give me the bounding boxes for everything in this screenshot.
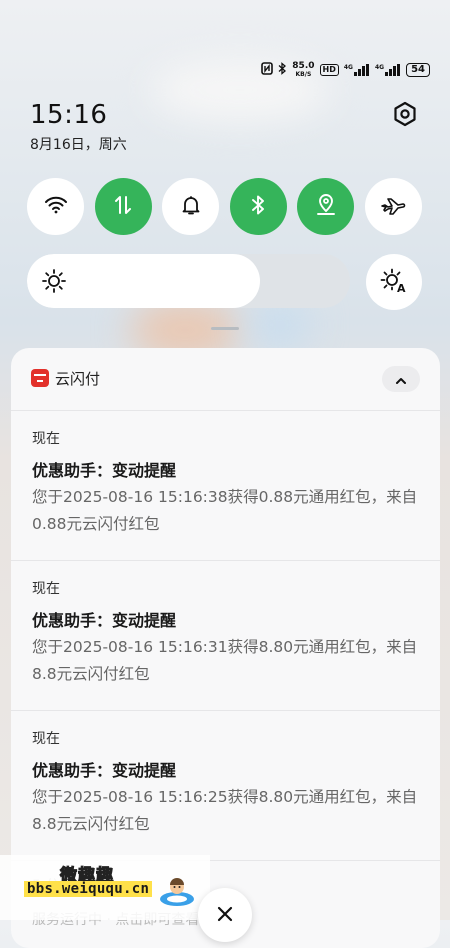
notification-time: 现在 — [32, 431, 60, 447]
airplane-icon — [380, 194, 406, 220]
clock-time: 15:16 — [30, 100, 108, 130]
notification-group-header[interactable]: 云闪付 — [11, 348, 440, 411]
network-type-label: 4G — [374, 64, 385, 71]
location-toggle[interactable] — [297, 178, 354, 235]
auto-brightness-button[interactable]: A — [366, 254, 422, 310]
clear-all-button[interactable] — [198, 888, 252, 942]
notification-item[interactable]: 现在 优惠助手：变动提醒 您于2025-08-16 15:16:38获得0.88… — [11, 411, 440, 561]
battery-indicator: 54 — [406, 63, 430, 77]
watermark-url: bbs.weiququ.cn — [24, 881, 153, 897]
signal-icon-2: 4G — [375, 64, 401, 76]
mobile-data-toggle[interactable] — [94, 178, 152, 235]
signal-icon: 4G — [344, 64, 370, 76]
unionpay-app-icon — [31, 369, 49, 387]
network-speed-unit: KB/S — [295, 71, 312, 78]
data-transfer-icon — [113, 194, 133, 220]
notification-body: 您于2025-08-16 15:16:25获得8.80元通用红包，来自8.8元云… — [32, 788, 418, 833]
shade-drag-handle[interactable] — [211, 327, 239, 330]
watermark: 微趣趣 bbs.weiququ.cn — [0, 855, 210, 920]
notification-time: 现在 — [32, 731, 60, 747]
notification-title: 优惠助手：变动提醒 — [32, 461, 177, 480]
notification-item[interactable]: 现在 优惠助手：变动提醒 您于2025-08-16 15:16:25获得8.80… — [11, 711, 440, 861]
notification-body: 您于2025-08-16 15:16:31获得8.80元通用红包，来自8.8元云… — [32, 638, 418, 683]
wifi-icon — [44, 195, 68, 219]
notification-body: 您于2025-08-16 15:16:38获得0.88元通用红包，来自0.88元… — [32, 488, 418, 533]
notification-item[interactable]: 现在 优惠助手：变动提醒 您于2025-08-16 15:16:31获得8.80… — [11, 561, 440, 711]
clock-date: 8月16日，周六 — [30, 137, 127, 153]
auto-brightness-icon: A — [380, 268, 408, 296]
bluetooth-icon — [250, 194, 266, 220]
hd-voice-badge: HD — [319, 64, 339, 76]
settings-button[interactable] — [388, 99, 422, 133]
app-name: 云闪付 — [55, 370, 101, 388]
notification-title: 优惠助手：变动提醒 — [32, 761, 177, 780]
mascot-icon — [158, 873, 196, 911]
quick-settings-tiles — [27, 178, 422, 235]
bell-icon — [180, 194, 202, 220]
notification-title: 优惠助手：变动提醒 — [32, 611, 177, 630]
bluetooth-status-icon — [278, 62, 287, 78]
nfc-icon — [261, 62, 274, 78]
collapse-group-button[interactable] — [382, 366, 420, 392]
wifi-toggle[interactable] — [27, 178, 84, 235]
close-icon — [217, 906, 233, 926]
auto-brightness-label: A — [397, 282, 406, 295]
bluetooth-toggle[interactable] — [229, 178, 287, 235]
location-pin-icon — [315, 193, 337, 221]
chevron-up-icon — [395, 370, 407, 389]
brightness-icon — [41, 268, 67, 298]
network-type-label: 4G — [343, 64, 353, 71]
notification-time: 现在 — [32, 581, 60, 597]
network-speed: 85.0 KB/S — [292, 61, 315, 79]
gear-icon — [392, 101, 418, 131]
ring-mode-toggle[interactable] — [162, 178, 219, 235]
airplane-mode-toggle[interactable] — [364, 178, 422, 235]
status-bar: 85.0 KB/S HD 4G 4G 54 — [261, 58, 430, 82]
network-speed-value: 85.0 — [292, 61, 315, 71]
brightness-slider[interactable] — [27, 254, 350, 308]
